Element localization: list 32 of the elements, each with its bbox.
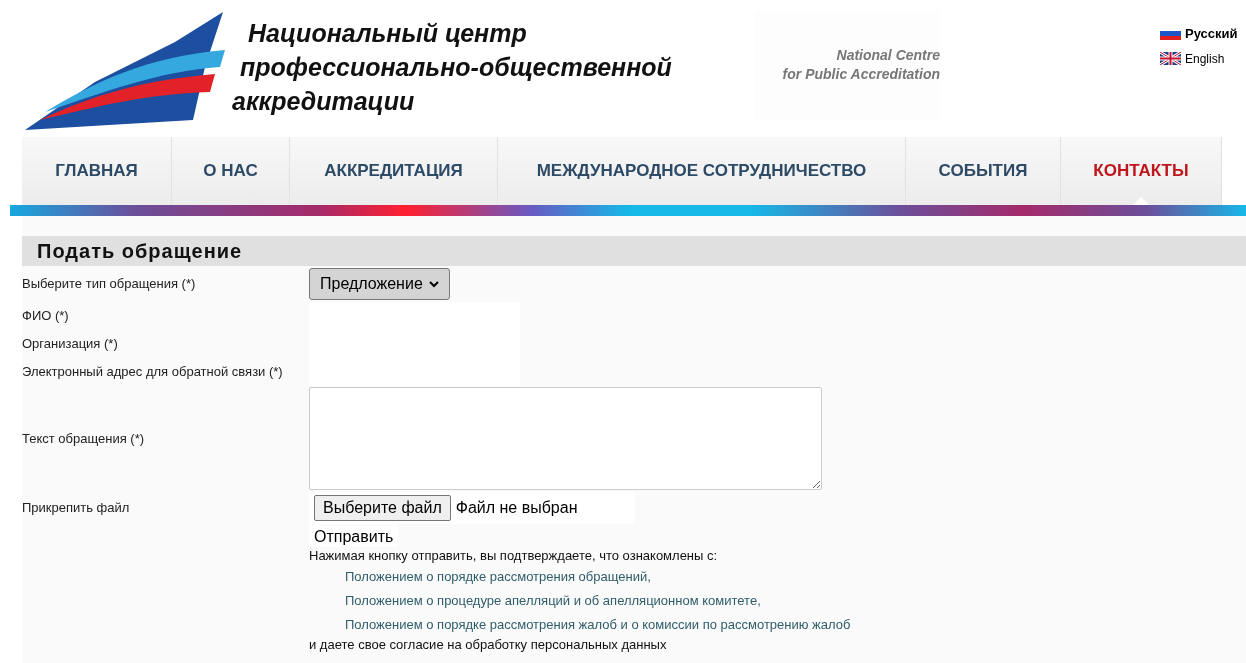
submit-button[interactable]: Отправить	[309, 525, 399, 547]
field-label: ФИО (*)	[22, 307, 70, 326]
type-dropdown[interactable]: Предложение	[309, 268, 450, 300]
logo-title-line: профессионально-общественной	[240, 52, 672, 82]
nav-tab[interactable]: О НАС	[172, 137, 290, 205]
field-label: Прикрепить файл	[22, 499, 131, 517]
logo-icon	[25, 12, 225, 130]
language-link[interactable]: English	[1160, 49, 1238, 68]
nav-tab[interactable]: МЕЖДУНАРОДНОЕ СОТРУДНИЧЕСТВО	[498, 137, 906, 205]
file-status: Файл не выбран	[455, 498, 578, 518]
policy-link[interactable]: Положением о порядке рассмотрения жалоб и о комиссии по рассмотрению жалоб	[345, 613, 851, 637]
nav-tab[interactable]: АККРЕДИТАЦИЯ	[290, 137, 498, 205]
flag-icon	[1160, 52, 1181, 65]
consent-text: и даете свое согласие на обработку персональных данных	[309, 637, 668, 653]
nav-tab[interactable]: ГЛАВНАЯ	[22, 137, 172, 205]
nav-tab[interactable]: КОНТАКТЫ	[1061, 137, 1222, 205]
field-label: Электронный адрес для обратной связи (*)	[22, 363, 284, 382]
chevron-down-icon	[428, 280, 439, 288]
logo-title-line: Национальный центр	[248, 18, 528, 48]
policy-link[interactable]: Положением о процедуре апелляций и об апелляционном комитете,	[345, 589, 761, 613]
logo-title-line: аккредитации	[232, 86, 416, 116]
policy-link[interactable]: Положением о порядке рассмотрения обращений,	[345, 565, 651, 589]
field-label: Организация (*)	[22, 335, 119, 354]
language-link[interactable]: Русский	[1160, 24, 1238, 44]
section-title: Подать обращение	[37, 239, 243, 264]
choose-file-button[interactable]: Выберите файл	[314, 495, 451, 521]
nav-tab[interactable]: СОБЫТИЯ	[906, 137, 1061, 205]
field-label: Выберите тип обращения (*)	[22, 275, 197, 294]
logo-subtitle-line: National Centre	[836, 46, 940, 65]
notice-text: Нажимая кнопку отправить, вы подтверждаете, что ознакомлены с:	[309, 547, 719, 565]
field-label: Текст обращения (*)	[22, 429, 146, 448]
logo-subtitle-line: for Public Accreditation	[782, 65, 940, 84]
